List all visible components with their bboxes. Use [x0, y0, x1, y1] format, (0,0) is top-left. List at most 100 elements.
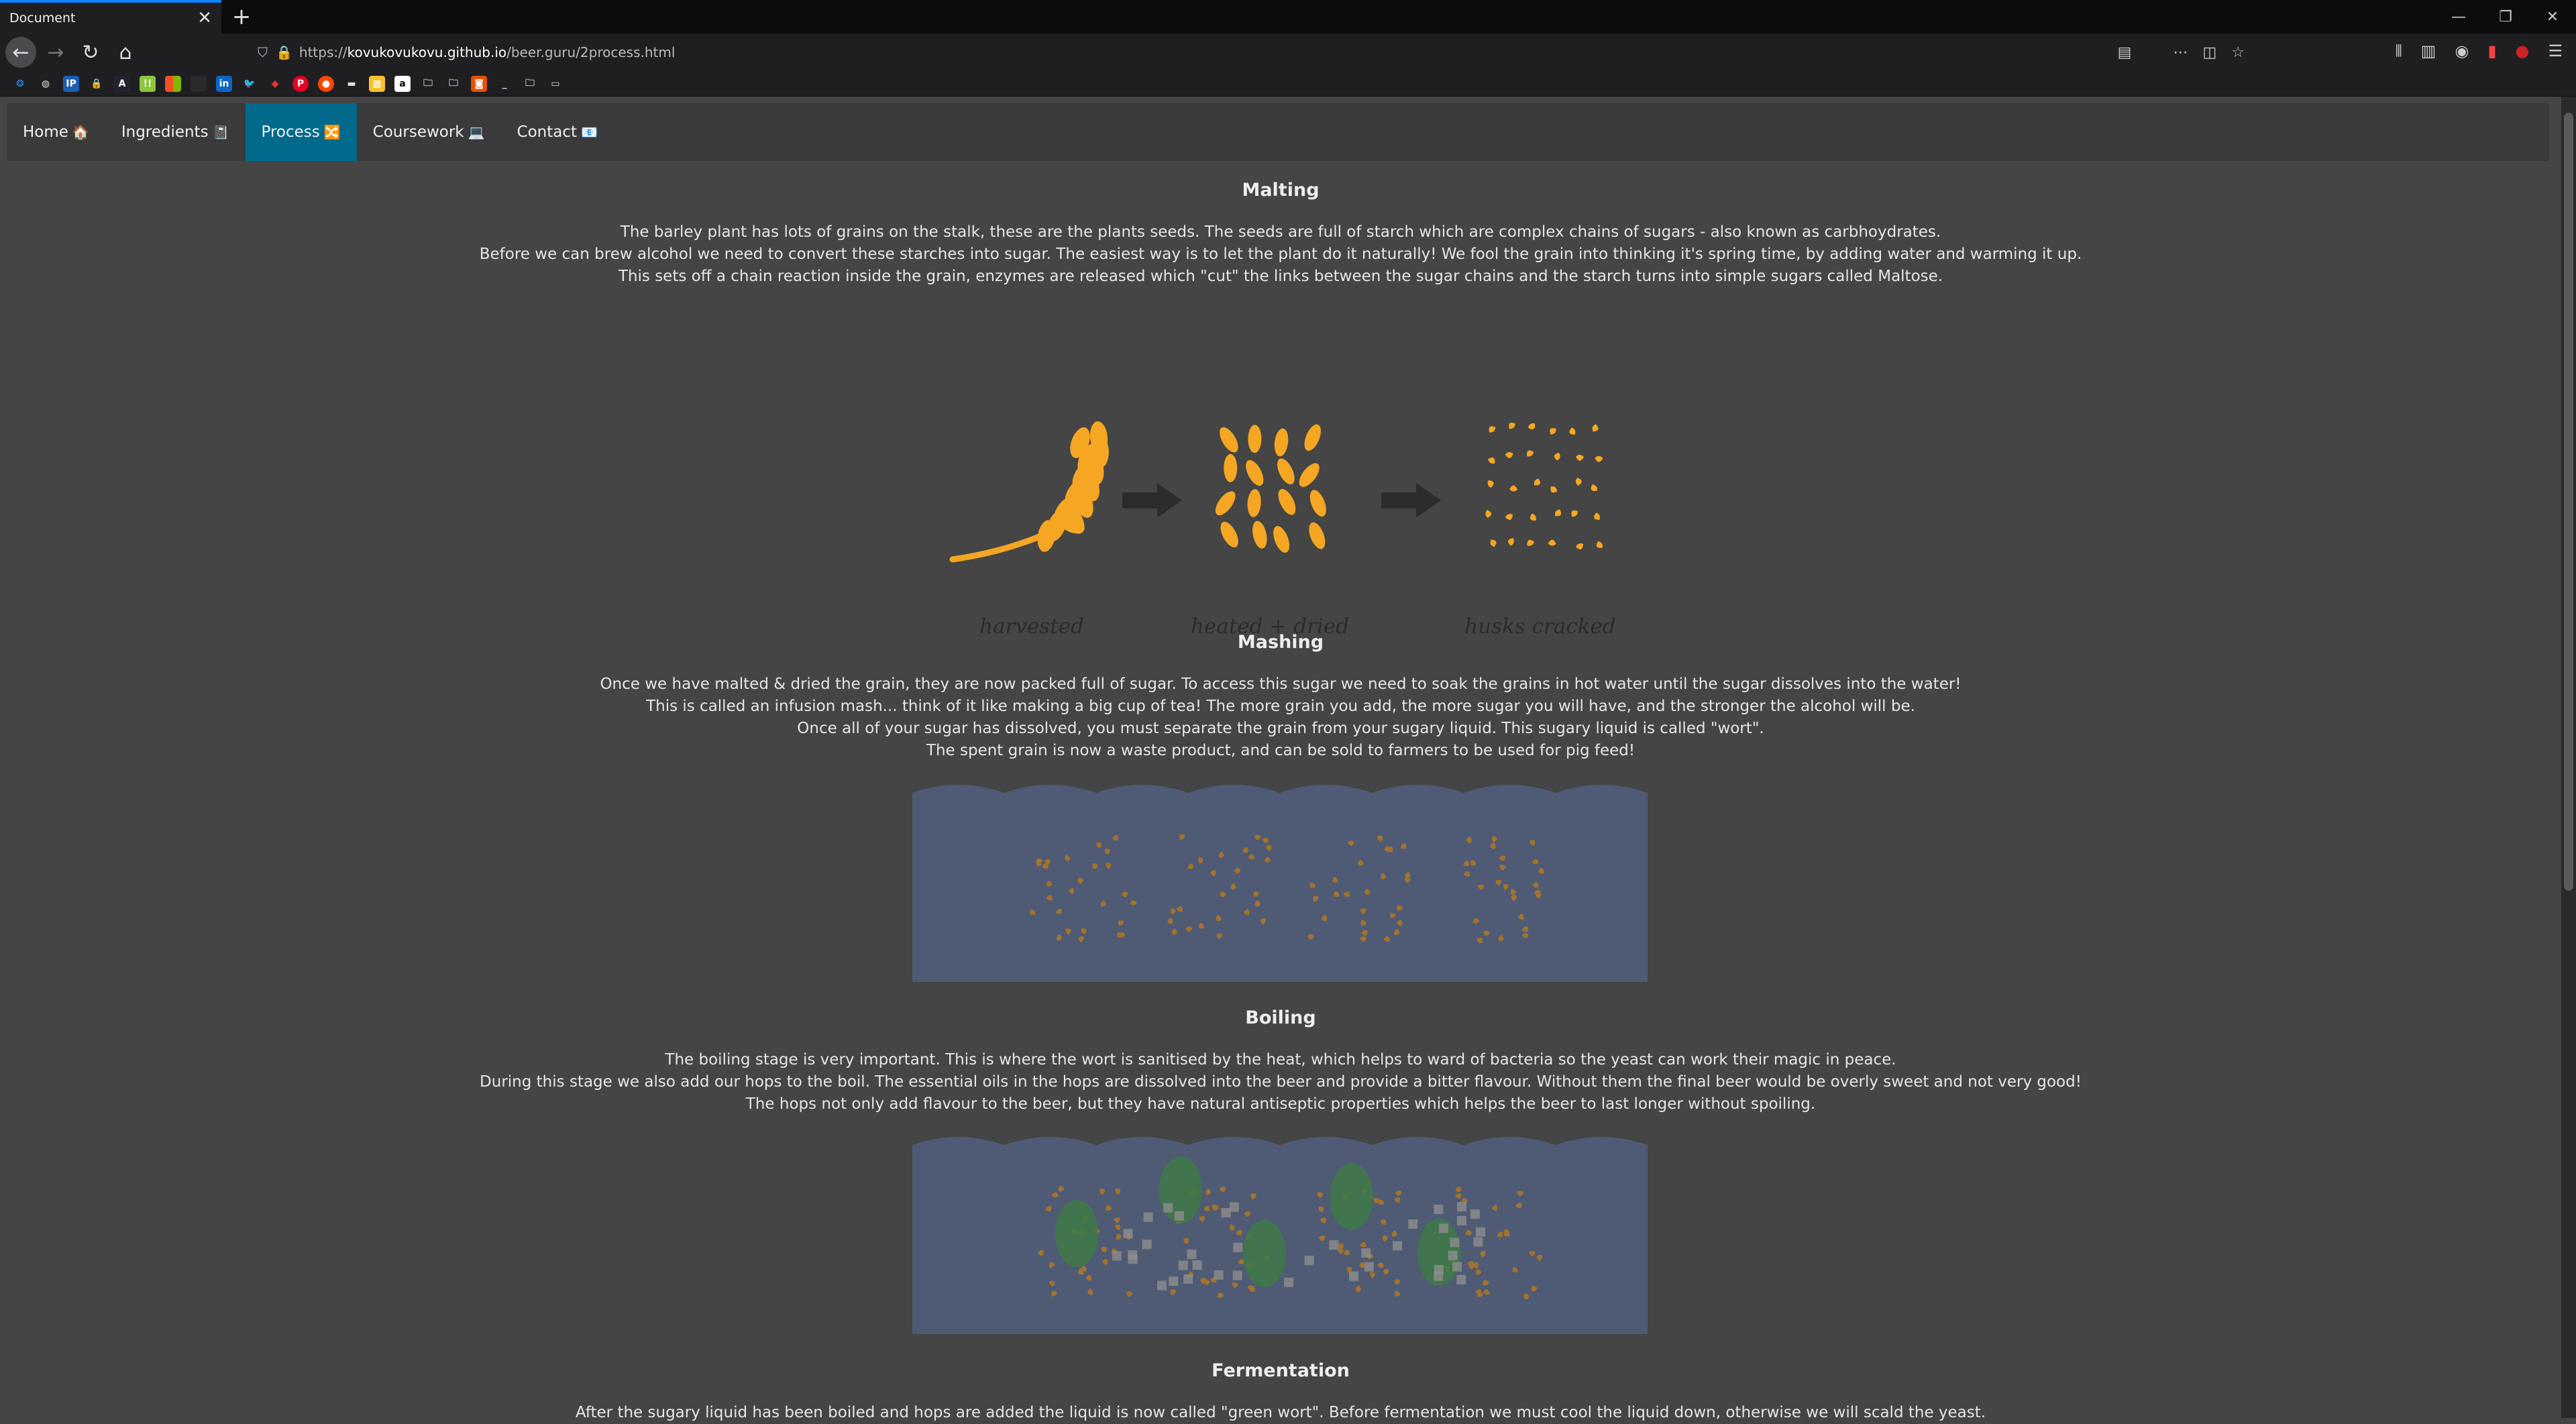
reddit-icon[interactable]: ● [318, 75, 334, 92]
window-controls: — ❐ ✕ [2435, 0, 2576, 34]
library-icon[interactable]: ⫴ [2396, 42, 2402, 60]
bookmark-screen-icon[interactable]: ▭ [547, 75, 564, 92]
close-tab-icon[interactable]: ✕ [197, 8, 212, 28]
malting-diagram: harvested heated + dried husks cracked [949, 421, 1616, 639]
bookmarks-toolbar: ❂ ◍ IP 🔒 A !! in 🐦 ◆ P ● ▬ ▦ a 🗀 🗀 ◙ _ 🗀… [0, 71, 2576, 97]
arrow-icon [1122, 483, 1182, 518]
back-icon[interactable]: ← [5, 37, 36, 68]
windows-icon[interactable] [165, 75, 181, 92]
linkedin-icon[interactable]: in [216, 75, 232, 92]
account-icon[interactable]: ◉ [2455, 42, 2469, 60]
notebook-icon: 📓 [212, 124, 229, 140]
sidebar-icon[interactable]: ▥ [2421, 42, 2436, 60]
nav-coursework-label: Coursework [372, 123, 464, 141]
folder-icon[interactable]: 🗀 [420, 75, 436, 92]
reload-icon[interactable]: ↻ [75, 37, 106, 68]
bookmark-folder-icon[interactable]: ▬ [343, 75, 360, 92]
cracked-husks-icon [1485, 423, 1603, 550]
ublock-icon[interactable]: ● [2516, 42, 2530, 60]
bookmark-ip-icon[interactable]: IP [63, 75, 79, 92]
globe-icon[interactable]: ◍ [38, 75, 54, 92]
tracking-shield-icon[interactable]: ⛉ [258, 44, 268, 60]
browser-tab[interactable]: Document ✕ [0, 0, 221, 34]
boiling-line: The boiling stage is very important. Thi… [665, 1051, 1896, 1069]
tab-title: Document [9, 11, 76, 25]
fermentation-text: After the sugary liquid has been boiled … [0, 1402, 2561, 1424]
nav-contact[interactable]: Contact 📧 [501, 103, 614, 161]
folder-icon[interactable]: 🗀 [522, 75, 538, 92]
boiling-line: During this stage we also add our hops t… [480, 1073, 2082, 1091]
malting-heading: Malting [1242, 180, 1320, 201]
nav-coursework[interactable]: Coursework 💻 [357, 103, 501, 161]
fermentation-line: After the sugary liquid has been boiled … [575, 1404, 1986, 1421]
lock-bookmark-icon[interactable]: 🔒 [89, 75, 105, 92]
twitter-icon[interactable]: 🐦 [241, 75, 258, 92]
home-icon[interactable]: ⌂ [110, 37, 141, 68]
lock-icon[interactable]: 🔒 [276, 44, 292, 60]
web-page: Home 🏠 Ingredients 📓 Process 🔀 Coursewor… [0, 97, 2561, 1421]
new-tab-icon[interactable]: + [221, 0, 262, 34]
bookmark-multi-icon[interactable]: ▦ [369, 75, 385, 92]
mashing-line: This is called an infusion mash... think… [646, 698, 1915, 715]
nav-contact-label: Contact [517, 123, 578, 141]
pinterest-icon[interactable]: P [292, 75, 309, 92]
site-navigation: Home 🏠 Ingredients 📓 Process 🔀 Coursewor… [7, 103, 2549, 161]
bookmark-red-icon[interactable]: ◆ [267, 75, 283, 92]
toolbar-right: ⫴ ▥ ◉ ▮ ● ☰ [2396, 42, 2563, 60]
nav-home[interactable]: Home 🏠 [7, 103, 105, 161]
extension-icon[interactable]: ▮ [2487, 42, 2496, 60]
boiling-line: The hops not only add flavour to the bee… [745, 1095, 1816, 1113]
fermentation-heading: Fermentation [1212, 1360, 1350, 1381]
boil-kettle-illustration [912, 1137, 1648, 1334]
mashing-heading: Mashing [1237, 632, 1324, 653]
boiling-text: The boiling stage is very important. Thi… [0, 1049, 2561, 1115]
pocket-icon[interactable]: ◫ [2202, 44, 2216, 61]
house-icon: 🏠 [72, 124, 89, 140]
bookmark-green-icon[interactable]: !! [140, 75, 156, 92]
envelope-icon: 📧 [581, 124, 598, 140]
bookmark-orange-icon[interactable]: ◙ [471, 75, 487, 92]
menu-icon[interactable]: ☰ [2548, 42, 2563, 60]
folder-icon[interactable]: 🗀 [445, 75, 462, 92]
nav-ingredients-label: Ingredients [121, 123, 209, 141]
page-actions-icon[interactable]: ⋯ [2173, 44, 2188, 61]
url-bar[interactable]: ⛉ 🔒 https://kovukovukovu.github.io/beer.… [250, 38, 2255, 66]
restore-icon[interactable]: ❐ [2482, 0, 2529, 34]
bookmark-star-icon[interactable]: ☆ [2231, 44, 2245, 61]
mashing-text: Once we have malted & dried the grain, t… [0, 673, 2561, 762]
forward-icon[interactable]: → [40, 37, 71, 68]
url-domain: kovukovukovu.github.io [347, 44, 507, 60]
url-path: /beer.guru/2process.html [506, 44, 676, 60]
amazon-icon[interactable]: a [394, 75, 411, 92]
arrow-icon [1381, 483, 1441, 518]
mash-tun-illustration [912, 785, 1648, 982]
boiling-heading: Boiling [1245, 1007, 1316, 1028]
barley-stalk-icon [949, 421, 1109, 563]
bookmark-a-icon[interactable]: A [114, 75, 130, 92]
scrollbar-thumb[interactable] [2564, 113, 2573, 891]
nav-home-label: Home [23, 123, 68, 141]
bookmark-underscore-icon[interactable]: _ [496, 75, 513, 92]
mashing-line: Once we have malted & dried the grain, t… [600, 675, 1962, 693]
nav-process-label: Process [261, 123, 320, 141]
nav-ingredients[interactable]: Ingredients 📓 [105, 103, 246, 161]
close-window-icon[interactable]: ✕ [2529, 0, 2576, 34]
mashing-line: Once all of your sugar has dissolved, yo… [797, 720, 1764, 737]
page-scrollbar[interactable] [2561, 97, 2576, 1418]
malting-line: The barley plant has lots of grains on t… [620, 223, 1941, 241]
malting-text: The barley plant has lots of grains on t… [0, 221, 2561, 288]
shuffle-icon: 🔀 [323, 124, 341, 140]
minimize-icon[interactable]: — [2435, 0, 2482, 34]
browser-toolbar: ← → ↻ ⌂ ⛉ 🔒 https://kovukovukovu.github.… [0, 34, 2576, 71]
reader-view-icon[interactable]: ▤ [2118, 44, 2132, 61]
laptop-icon: 💻 [468, 124, 485, 140]
browser-tab-strip: Document ✕ + — ❐ ✕ [0, 0, 2576, 34]
bookmark-dark-icon[interactable] [191, 75, 207, 92]
nav-process[interactable]: Process 🔀 [245, 103, 357, 161]
bookmark-icon[interactable]: ❂ [12, 75, 28, 92]
mashing-line: The spent grain is now a waste product, … [926, 742, 1635, 759]
malting-line: Before we can brew alcohol we need to co… [479, 245, 2082, 263]
url-prefix: https:// [299, 44, 347, 60]
dried-grains-icon [1215, 424, 1326, 553]
malting-line: This sets off a chain reaction inside th… [618, 268, 1943, 285]
